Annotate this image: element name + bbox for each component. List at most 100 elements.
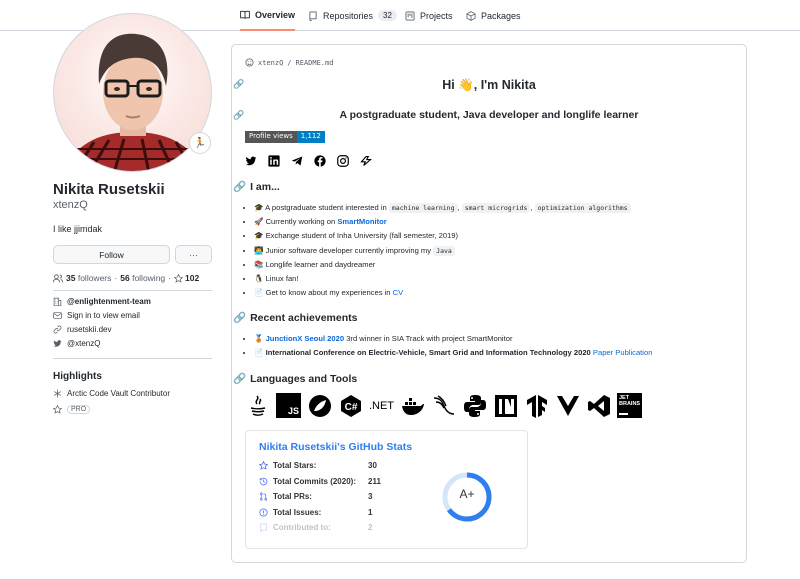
paper-link[interactable]: Paper Publication (593, 348, 653, 357)
vue-icon[interactable] (555, 393, 580, 418)
section-title: I am... (250, 180, 280, 193)
social-links (245, 155, 372, 167)
book-icon (240, 10, 250, 19)
more-options-button[interactable]: ··· (175, 245, 212, 264)
list-item: 📚 Longlife learner and daydreamer (254, 258, 631, 272)
vcard-website[interactable]: rusetskii.dev (53, 325, 111, 334)
intellij-icon[interactable] (493, 393, 518, 418)
readme-heading: Hi 👋, I'm Nikita (442, 78, 536, 92)
lang-label: BRAINS (619, 401, 641, 407)
achievements-list: 🥉 JunctionX Seoul 2020 3rd winner in SIA… (254, 332, 652, 360)
vcard-org[interactable]: @enlightenment-team (53, 297, 151, 306)
tab-label: Projects (420, 10, 453, 21)
vcard-email[interactable]: Sign in to view email (53, 311, 140, 320)
list-item: 🥉 JunctionX Seoul 2020 3rd winner in SIA… (254, 332, 652, 346)
javascript-icon[interactable]: JS (276, 393, 301, 418)
tab-label: Packages (481, 10, 521, 21)
tab-projects[interactable]: Projects (405, 0, 453, 31)
section-iam: 🔗 I am... (233, 180, 280, 194)
repo-icon (260, 523, 267, 532)
highlights-title: Highlights (53, 371, 102, 382)
tab-repositories[interactable]: Repositories 32 (308, 0, 397, 31)
separator-dot: · (168, 273, 171, 283)
tab-overview[interactable]: Overview (240, 0, 296, 31)
stat-value: 211 (368, 477, 381, 486)
highlight-arctic[interactable]: Arctic Code Vault Contributor (53, 389, 170, 398)
stat-row-prs: Total PRs: (259, 492, 312, 501)
vscode-icon[interactable] (586, 393, 611, 418)
telegram-icon[interactable] (291, 155, 303, 167)
list-item: 🚀 Currently working on SmartMonitor (254, 215, 631, 229)
profile-views-badge: Profile views 1,112 (245, 131, 325, 143)
readme-path[interactable]: xtenzQ / README.md (245, 58, 333, 67)
followers-link[interactable]: 35 followers (66, 273, 111, 283)
stars-link[interactable]: 102 (174, 273, 199, 283)
item-text: Currently working on (265, 217, 336, 227)
instagram-icon[interactable] (337, 155, 349, 167)
stat-row-commits: Total Commits (2020): (259, 477, 356, 486)
dotnet-icon[interactable]: .NET (369, 393, 394, 418)
divider (53, 358, 212, 359)
snowflake-icon (53, 389, 62, 398)
link-icon (53, 325, 62, 334)
followers-count: 35 (66, 273, 76, 283)
item-text: Longlife learner and daydreamer (265, 259, 376, 269)
stat-label: Total Stars: (273, 461, 317, 470)
twitter-handle: @xtenzQ (67, 339, 101, 348)
docker-icon[interactable] (400, 393, 425, 418)
linkedin-icon[interactable] (268, 155, 280, 167)
readme-user[interactable]: xtenzQ (258, 59, 283, 67)
stat-label: Total Commits (2020): (273, 477, 356, 486)
star-icon (53, 405, 62, 414)
badge-label: Profile views (245, 131, 297, 143)
list-item: 👨‍💻 Junior software developer currently … (254, 244, 631, 258)
org-name: @enlightenment-team (67, 297, 151, 306)
spring-icon[interactable] (307, 393, 332, 418)
item-text: 3rd winner in SIA Track with project Sma… (346, 334, 513, 343)
following-label: following (132, 273, 166, 283)
java-icon[interactable] (245, 393, 270, 418)
anchor-link-icon[interactable]: 🔗 (233, 311, 246, 324)
profile-login: xtenzQ (53, 199, 88, 211)
highlight-pro: PRO (53, 405, 91, 414)
vcard-twitter[interactable]: @xtenzQ (53, 339, 100, 348)
tab-packages[interactable]: Packages (466, 0, 521, 31)
jetbrains-icon[interactable]: JET BRAINS (617, 393, 642, 418)
following-link[interactable]: 56 following (120, 273, 165, 283)
pr-icon (259, 492, 268, 501)
anchor-link-icon[interactable]: 🔗 (233, 180, 246, 193)
list-item: 🐧 Linux fan! (254, 272, 631, 286)
twitter-icon (53, 340, 62, 347)
status-emoji: 🏃 (193, 137, 207, 149)
avatar[interactable] (53, 13, 212, 172)
lisp-icon[interactable] (431, 393, 456, 418)
item-text: Linux fan! (265, 273, 299, 283)
website-text: rusetskii.dev (67, 325, 112, 334)
status-button[interactable]: 🏃 (189, 132, 211, 154)
divider (53, 290, 212, 291)
facebook-icon[interactable] (314, 155, 326, 167)
tensorflow-icon[interactable] (524, 393, 549, 418)
smartmonitor-link[interactable]: SmartMonitor (337, 217, 386, 226)
csharp-icon[interactable]: C# (338, 393, 363, 418)
stat-label: Total Issues: (273, 508, 322, 517)
stat-value: 2 (368, 523, 373, 532)
following-count: 56 (120, 273, 130, 283)
follow-button[interactable]: Follow (53, 245, 170, 264)
cv-link[interactable]: CV (393, 288, 404, 297)
item-text: Junior software developer currently impr… (265, 245, 432, 255)
anchor-link-icon[interactable]: 🔗 (233, 372, 246, 385)
gitlab-icon[interactable] (360, 155, 372, 167)
badge-value: 1,112 (296, 131, 325, 143)
history-icon (259, 477, 268, 486)
junctionx-link[interactable]: JunctionX Seoul 2020 (266, 334, 345, 343)
twitter-icon[interactable] (245, 155, 257, 167)
follow-stats: 35 followers · 56 following · 102 (53, 273, 199, 283)
python-icon[interactable] (462, 393, 487, 418)
section-languages: 🔗 Languages and Tools (233, 372, 357, 386)
stat-value: 1 (368, 508, 373, 517)
iam-list: 🎓 A postgraduate student interested in m… (254, 201, 631, 300)
stat-row-issues: Total Issues: (259, 508, 321, 517)
package-icon (466, 10, 476, 21)
inline-code: smart microgrids (461, 203, 531, 213)
